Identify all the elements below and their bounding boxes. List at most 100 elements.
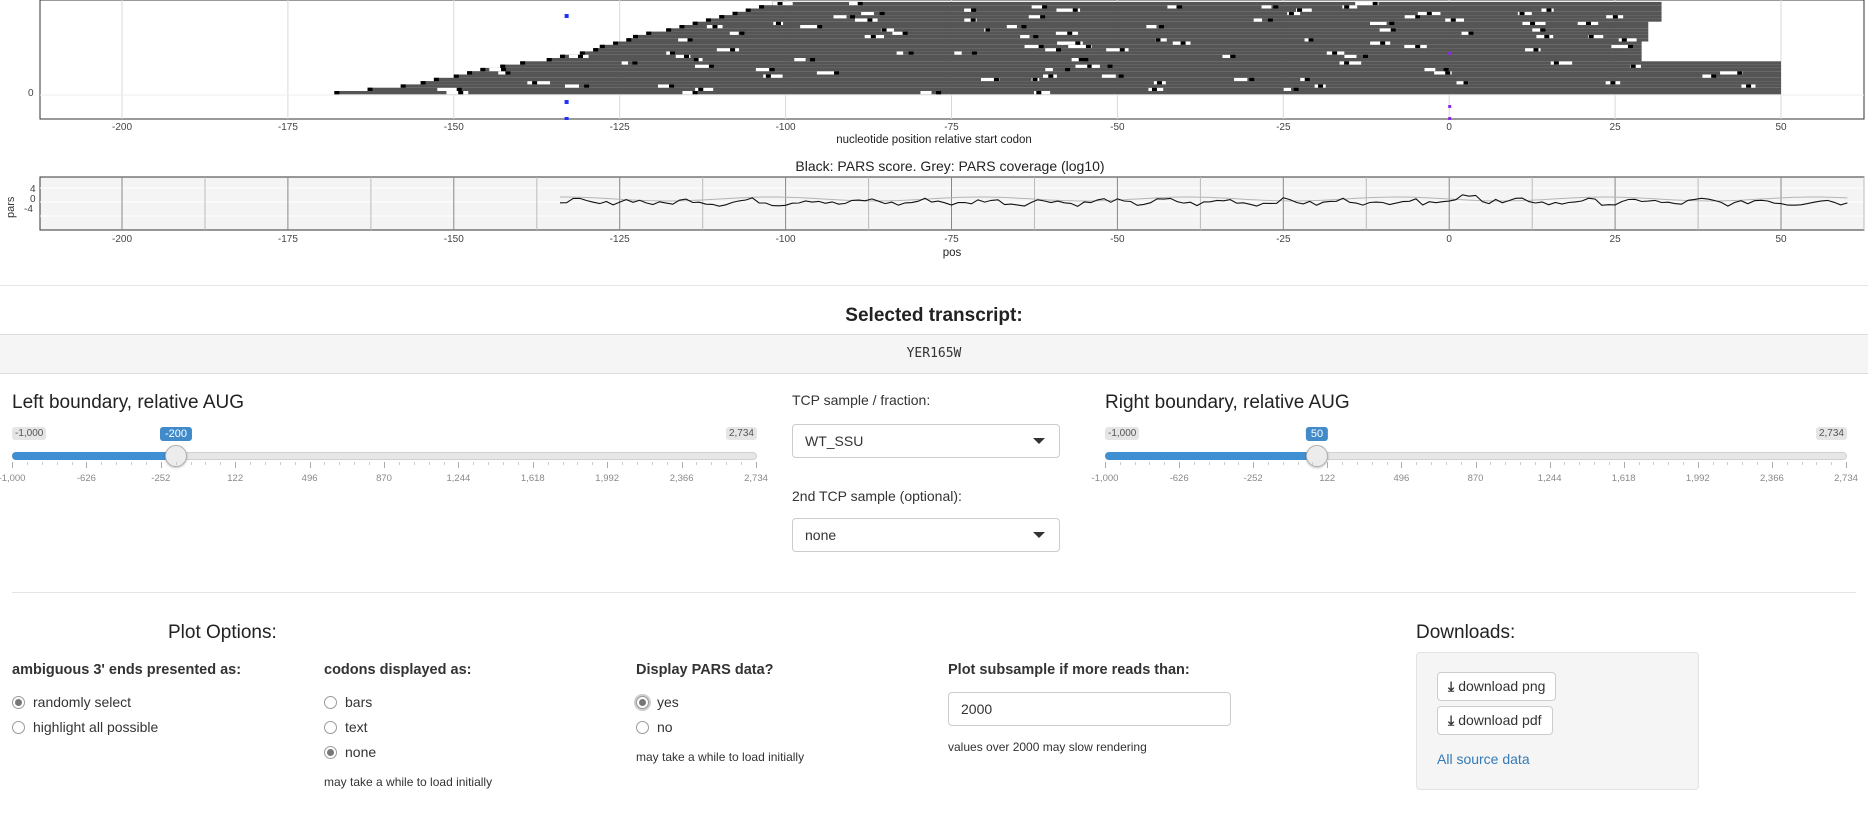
read-gap: [1167, 5, 1177, 9]
radio-bars[interactable]: bars: [324, 694, 372, 710]
read-mismatch: [1627, 44, 1633, 49]
radio-circle[interactable]: [636, 720, 649, 734]
reads-x-tick: -50: [1110, 122, 1125, 133]
ambiguous-group: ambiguous 3' ends presented as: randomly…: [12, 662, 312, 742]
slider-grid-tick: [1846, 462, 1847, 468]
transcript-value: YER165W: [906, 346, 962, 361]
tcp-sample-label: TCP sample / fraction:: [792, 392, 931, 408]
tcp-sample-select[interactable]: WT_SSU: [792, 424, 1060, 458]
slider-grid-tick: [1682, 462, 1684, 465]
read-mismatch: [1273, 5, 1279, 9]
slider-grid-tick: [175, 462, 177, 465]
slider-grid-tick: [473, 462, 475, 465]
read-mismatch: [993, 77, 999, 82]
read-gap: [1234, 77, 1248, 82]
read-gap: [446, 91, 469, 95]
slider-grid-label: -1,000: [1091, 473, 1119, 484]
right-boundary-title: Right boundary, relative AUG: [1105, 392, 1350, 413]
read-gap: [729, 31, 739, 35]
read-start-mark: [367, 87, 373, 91]
slider-grid-tick: [1445, 462, 1447, 465]
slider-grid-tick: [443, 462, 445, 465]
read-start-mark: [732, 11, 738, 16]
slider-grid-tick: [235, 462, 237, 468]
subsample-input[interactable]: 2000: [948, 692, 1231, 726]
download-png-button[interactable]: ⤓ download png: [1437, 672, 1557, 701]
radio-yes[interactable]: yes: [636, 694, 679, 710]
radio-circle[interactable]: [12, 720, 25, 734]
read-gap: [1045, 67, 1053, 72]
read-mismatch: [1540, 28, 1546, 32]
radio-label: yes: [657, 694, 679, 710]
read-mismatch: [1553, 61, 1559, 65]
read-mismatch: [765, 74, 771, 78]
read-mismatch: [850, 15, 856, 19]
read-mismatch: [1308, 38, 1314, 42]
radio-no[interactable]: no: [636, 719, 673, 735]
slider-grid-tick: [1816, 462, 1818, 465]
slider-grid-tick: [1594, 462, 1596, 465]
read-mismatch: [1158, 25, 1164, 29]
read-mismatch: [1038, 44, 1044, 49]
slider-grid-tick: [1149, 462, 1151, 465]
radio-circle[interactable]: [324, 720, 337, 734]
download-icon: ⤓: [1448, 678, 1455, 694]
all-source-data-link[interactable]: All source data: [1437, 751, 1530, 767]
radio-text[interactable]: text: [324, 719, 368, 735]
pars-label: Display PARS data?: [636, 662, 774, 678]
read-gap: [716, 48, 740, 52]
read-mismatch: [1630, 64, 1636, 68]
read-gap: [861, 11, 874, 16]
read-mismatch: [1711, 74, 1717, 78]
slider-grid-label: -626: [76, 473, 96, 484]
pars-x-tick: -100: [775, 234, 796, 245]
read-mismatch: [1177, 5, 1183, 9]
slider-grid-label: 1,244: [446, 473, 471, 484]
slider-grid-label: 1,992: [595, 473, 620, 484]
radio-circle[interactable]: [324, 695, 337, 709]
read-mismatch: [698, 87, 704, 91]
pars-x-tick: -175: [277, 234, 298, 245]
read-mismatch: [1621, 38, 1627, 42]
slider-grid-tick: [1208, 462, 1210, 465]
slider-grid-tick: [1831, 462, 1833, 465]
read-mismatch: [1588, 34, 1594, 39]
read-bar: [705, 18, 1662, 22]
slider-grid-tick: [1490, 462, 1492, 465]
pars-plot-area: [39, 176, 1865, 231]
read-mismatch: [936, 91, 942, 95]
pars-x-tick: -200: [111, 234, 133, 245]
right-slider-handle[interactable]: [1306, 445, 1328, 467]
right-slider-min: -1,000: [1105, 427, 1140, 440]
read-start-mark: [666, 28, 672, 32]
radio-circle[interactable]: [324, 745, 337, 759]
radio-highlight-all[interactable]: highlight all possible: [12, 719, 158, 735]
radio-randomly-select[interactable]: randomly select: [12, 694, 131, 710]
pars-x-tick: -25: [1276, 234, 1291, 245]
start-marker: [564, 117, 569, 120]
slider-grid-label: 2,366: [1760, 473, 1784, 484]
read-mismatch: [1389, 21, 1395, 25]
read-mismatch: [857, 1, 863, 6]
reads-plot: -200 -175 -150 -125 -100 -75 -50 -25 0 25 50 0 nuc…: [0, 0, 1868, 150]
slider-grid-tick: [1757, 462, 1759, 465]
read-bar: [546, 58, 1642, 62]
read-mismatch: [1332, 51, 1338, 55]
download-pdf-button[interactable]: ⤓ download pdf: [1437, 706, 1553, 735]
slider-grid-tick: [1238, 462, 1240, 465]
chevron-down-icon: [1033, 438, 1045, 444]
read-gap: [855, 18, 878, 22]
slider-grid-tick: [398, 462, 400, 465]
read-mismatch: [1042, 5, 1048, 9]
read-gap: [1339, 61, 1362, 65]
read-gap: [833, 15, 847, 19]
read-start-mark: [579, 51, 585, 55]
read-mismatch: [1107, 64, 1113, 68]
radio-circle[interactable]: [636, 695, 649, 709]
aug-marker: [1448, 105, 1452, 108]
radio-circle[interactable]: [12, 695, 25, 709]
second-tcp-select[interactable]: none: [792, 518, 1060, 552]
reads-x-tick: 25: [1609, 122, 1621, 133]
read-start-mark: [613, 41, 619, 45]
radio-none[interactable]: none: [324, 744, 376, 760]
